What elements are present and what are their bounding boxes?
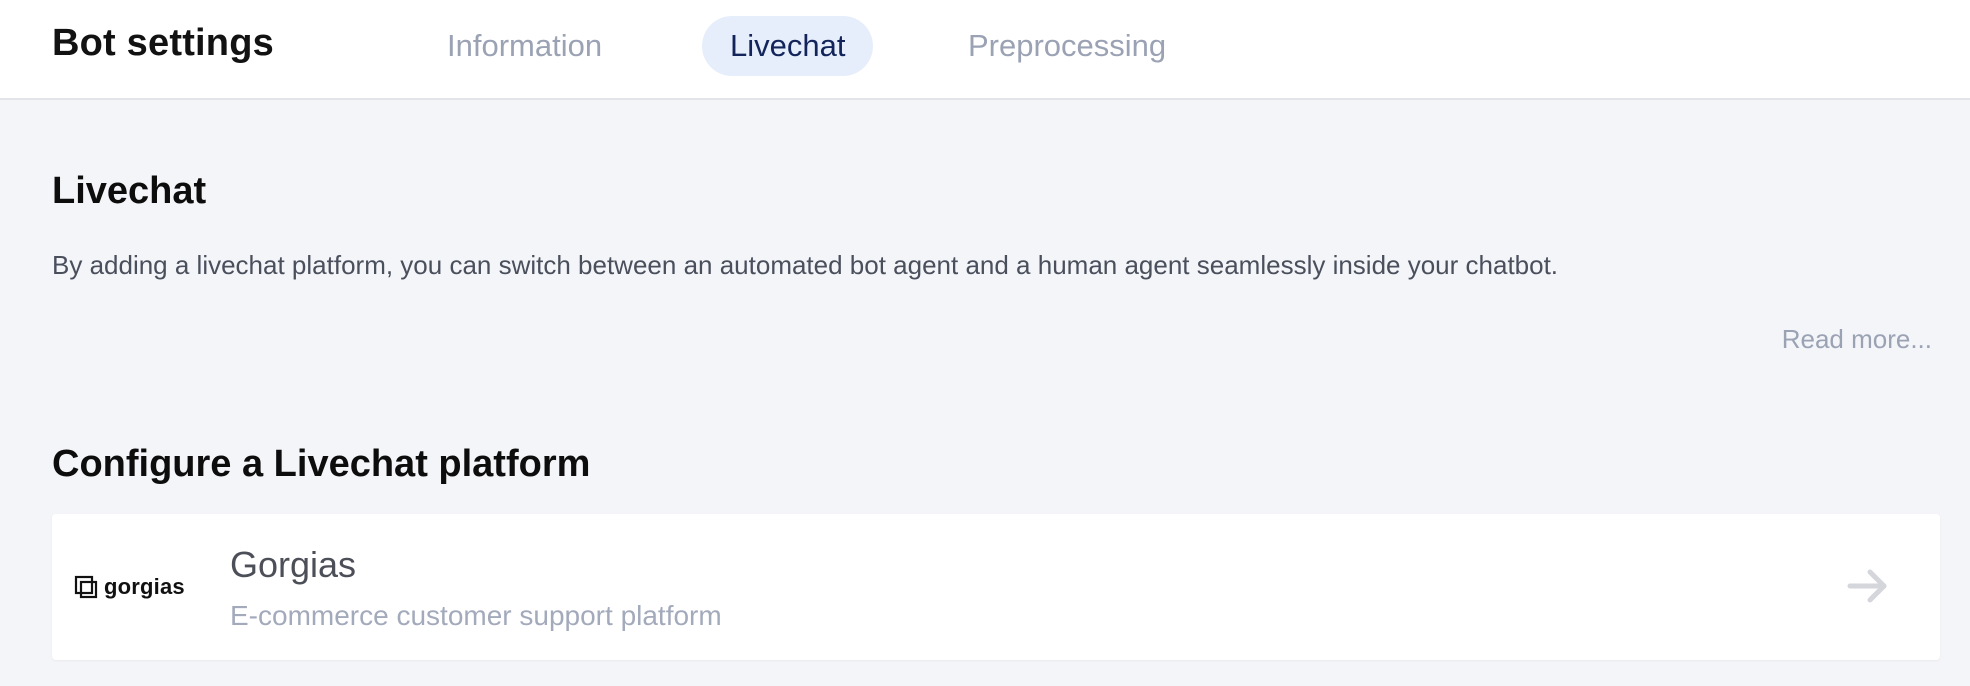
- gorgias-logo-text: gorgias: [104, 574, 185, 599]
- gorgias-logo: gorgias: [74, 572, 185, 602]
- platform-description: E-commerce customer support platform: [230, 600, 722, 631]
- livechat-description: By adding a livechat platform, you can s…: [52, 250, 1559, 280]
- tab-information[interactable]: Information: [419, 16, 630, 76]
- platform-name: Gorgias: [230, 544, 357, 585]
- platform-card-gorgias[interactable]: gorgias Gorgias E-commerce customer supp…: [52, 514, 1940, 660]
- gorgias-logo-icon: [74, 575, 98, 599]
- tab-preprocessing[interactable]: Preprocessing: [940, 16, 1194, 76]
- page-title: Bot settings: [52, 22, 274, 64]
- livechat-heading: Livechat: [52, 170, 207, 212]
- read-more-link[interactable]: Read more...: [1782, 324, 1932, 355]
- arrow-right-icon[interactable]: [1846, 564, 1890, 608]
- top-bar: Bot settings Information Livechat Prepro…: [0, 0, 1970, 100]
- configure-heading: Configure a Livechat platform: [52, 443, 591, 485]
- tab-livechat[interactable]: Livechat: [702, 16, 874, 76]
